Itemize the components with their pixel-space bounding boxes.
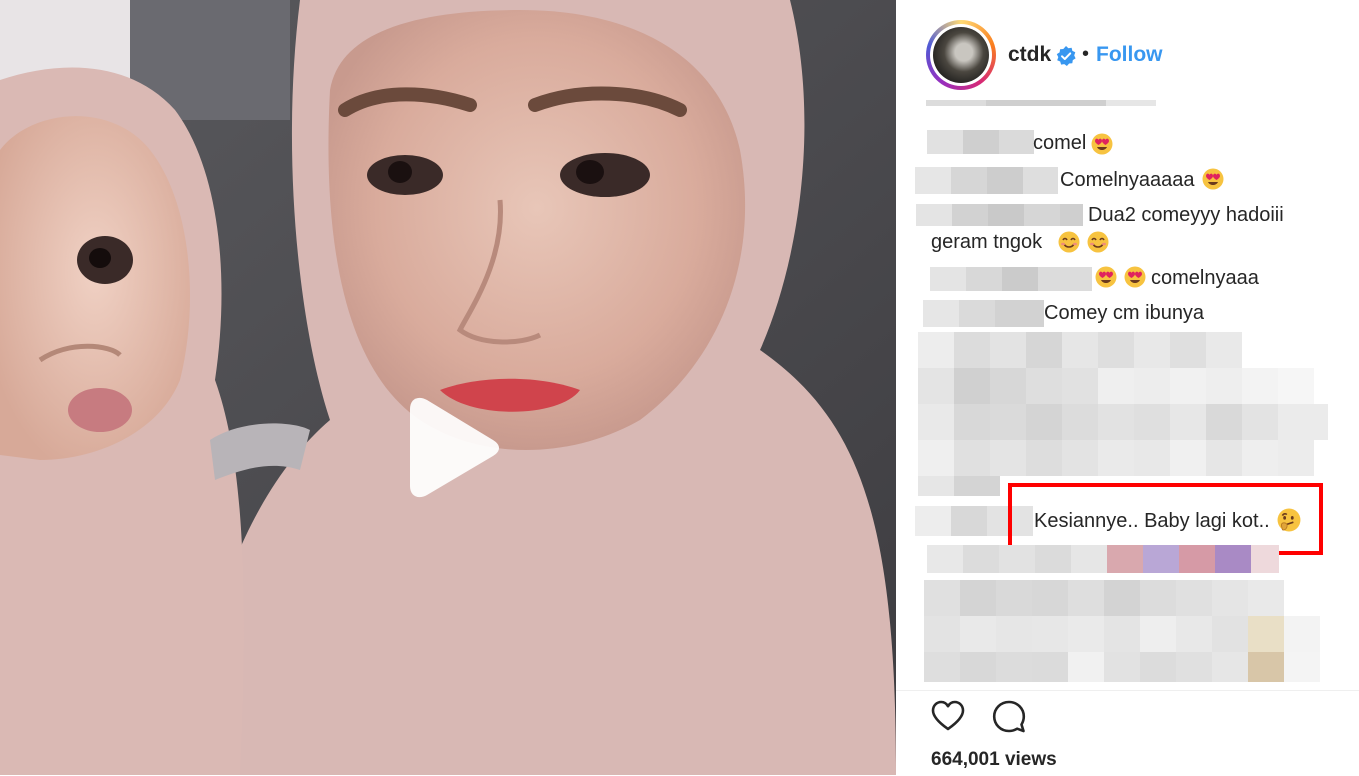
blurred-comment — [918, 476, 1000, 496]
avatar[interactable] — [926, 20, 996, 90]
view-count: 664,001 views — [931, 749, 1057, 770]
blurred-comment — [918, 440, 1314, 476]
post-sidebar: ctdk • Follow comel Comelnyaaaaa Dua2 co… — [896, 0, 1359, 775]
comment-text: Comey cm ibunya — [1044, 302, 1205, 324]
blurred-comment — [918, 332, 1278, 368]
comment-text: Comelnyaaaaa — [1060, 169, 1195, 191]
blurred-username — [926, 100, 1156, 106]
heart-eyes-emoji-icon — [1124, 266, 1146, 288]
comment-text-line2: geram tngok — [931, 231, 1043, 253]
video-post[interactable] — [0, 0, 896, 775]
comments-list[interactable]: comel Comelnyaaaaa Dua2 comeyyy hadoiii … — [896, 100, 1359, 690]
blurred-username — [927, 130, 1034, 154]
comment-text: comelnyaaa — [1151, 267, 1259, 289]
blurred-username — [915, 167, 1058, 194]
blurred-comment — [924, 652, 1320, 682]
verified-badge-icon — [1056, 46, 1076, 66]
follow-button[interactable]: Follow — [1096, 43, 1163, 67]
heart-eyes-emoji-icon — [1202, 168, 1224, 190]
comment-text: Dua2 comeyyy hadoiii — [1088, 204, 1284, 226]
blurred-username — [923, 300, 1044, 327]
blurred-username — [930, 267, 1092, 291]
blurred-comment — [924, 580, 1284, 616]
blurred-comment — [918, 368, 1314, 404]
blurred-comment — [924, 616, 1320, 652]
smiling-emoji-icon — [1058, 231, 1080, 253]
comment-bubble-icon[interactable] — [992, 700, 1026, 734]
username-link[interactable]: ctdk — [1008, 43, 1051, 67]
heart-eyes-emoji-icon — [1091, 133, 1113, 155]
heart-outline-icon[interactable] — [931, 700, 965, 732]
post-actions: 664,001 views — [896, 690, 1359, 776]
blurred-username — [916, 204, 1083, 226]
blurred-comment — [918, 404, 1328, 440]
smiling-emoji-icon — [1087, 231, 1109, 253]
comment-text: comel — [1033, 132, 1087, 154]
blurred-comment — [927, 545, 1279, 573]
play-icon[interactable] — [398, 395, 508, 500]
post-header: ctdk • Follow — [896, 0, 1359, 100]
video-thumbnail — [0, 0, 896, 775]
separator-dot: • — [1082, 43, 1090, 65]
heart-eyes-emoji-icon — [1095, 266, 1117, 288]
